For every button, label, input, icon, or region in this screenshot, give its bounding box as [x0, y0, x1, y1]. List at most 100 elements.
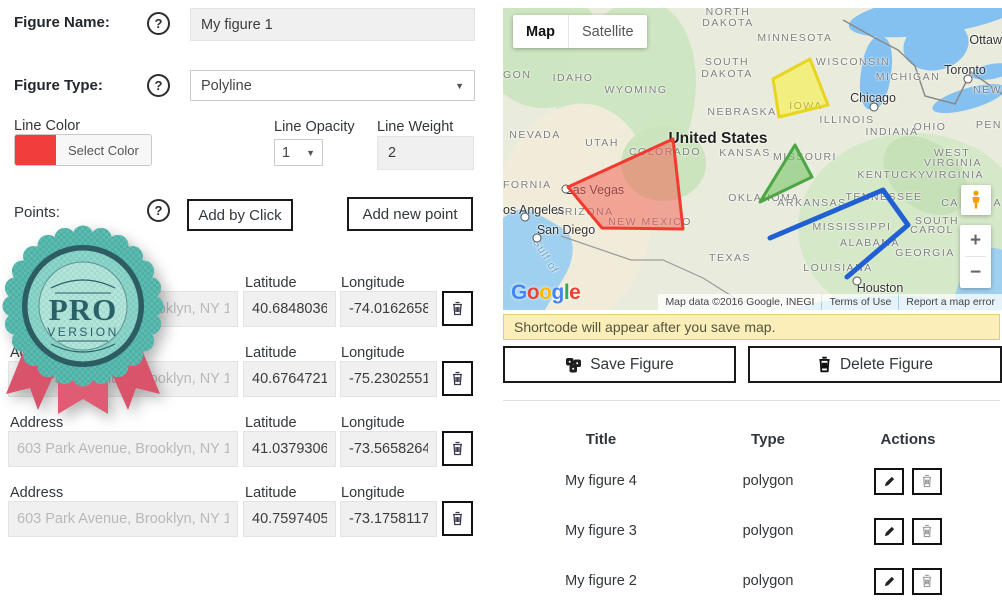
- figure-type-select[interactable]: Polyline ▼: [190, 70, 475, 101]
- trash-icon: [817, 356, 832, 373]
- google-logo[interactable]: Google: [511, 281, 580, 305]
- report-map-error-link[interactable]: Report a map error: [899, 294, 1002, 310]
- satellite-view-button[interactable]: Satellite: [568, 15, 647, 48]
- trash-icon: [921, 574, 933, 588]
- google-logo-letter: e: [569, 281, 580, 304]
- trash-icon: [921, 524, 933, 538]
- green-polygon[interactable]: [760, 145, 812, 202]
- help-icon[interactable]: ?: [147, 74, 170, 97]
- edit-figure-button[interactable]: [874, 468, 904, 495]
- longitude-input[interactable]: [340, 361, 437, 397]
- trash-icon: [451, 441, 464, 456]
- latitude-label: Latitude: [245, 415, 297, 431]
- address-input[interactable]: [8, 501, 238, 537]
- table-header-row: Title Type Actions: [503, 422, 979, 456]
- svg-text:PRO: PRO: [49, 292, 117, 327]
- type-column-header: Type: [699, 431, 837, 448]
- line-opacity-label: Line Opacity: [274, 119, 355, 135]
- save-figure-label: Save Figure: [590, 356, 674, 374]
- figure-name-input[interactable]: [190, 8, 475, 41]
- chevron-down-icon: ▼: [455, 81, 464, 91]
- table-row: My figure 3 polygon: [503, 506, 979, 556]
- save-figure-button[interactable]: Save Figure: [503, 346, 736, 383]
- divider: [503, 400, 1000, 401]
- latitude-label: Latitude: [245, 275, 297, 291]
- actions-column-header: Actions: [837, 431, 979, 448]
- figure-type-value: Polyline: [201, 78, 252, 94]
- longitude-label: Longitude: [341, 345, 405, 361]
- longitude-label: Longitude: [341, 485, 405, 501]
- delete-point-button[interactable]: [442, 291, 473, 326]
- add-by-click-button[interactable]: Add by Click: [187, 199, 293, 231]
- point-row: Address Latitude Longitude: [0, 485, 503, 555]
- pencil-icon: [883, 475, 896, 488]
- line-opacity-select[interactable]: 1 ▼: [274, 139, 323, 166]
- figure-name-label: Figure Name:: [14, 14, 110, 31]
- pencil-icon: [883, 525, 896, 538]
- pro-version-badge: PRO VERSION: [0, 218, 179, 418]
- color-picker-button[interactable]: Select Color: [14, 134, 152, 166]
- figure-type: polygon: [699, 473, 837, 489]
- zoom-in-button[interactable]: +: [960, 225, 991, 256]
- map-view-button[interactable]: Map: [513, 15, 568, 48]
- latitude-input[interactable]: [243, 501, 336, 537]
- yellow-polygon[interactable]: [773, 59, 828, 117]
- red-polygon[interactable]: [568, 139, 683, 229]
- latitude-input[interactable]: [243, 431, 336, 467]
- save-icon: [565, 357, 582, 373]
- select-color-label: Select Color: [56, 135, 151, 165]
- latitude-label: Latitude: [245, 485, 297, 501]
- map-attribution: Map data ©2016 Google, INEGI Terms of Us…: [657, 294, 1002, 310]
- delete-point-button[interactable]: [442, 361, 473, 396]
- delete-figure-row-button[interactable]: [912, 568, 942, 595]
- table-row: My figure 2 polygon: [503, 556, 979, 606]
- pegman-icon: [968, 190, 984, 210]
- address-input[interactable]: [8, 431, 238, 467]
- figure-editor-screen: Figure Name: ? Figure Type: ? Polyline ▼…: [0, 0, 1002, 606]
- longitude-input[interactable]: [340, 291, 437, 327]
- table-row: My figure 4 polygon: [503, 456, 979, 506]
- blue-polyline[interactable]: [770, 190, 908, 277]
- figure-title: My figure 3: [503, 523, 699, 539]
- figure-title: My figure 2: [503, 573, 699, 589]
- edit-figure-button[interactable]: [874, 518, 904, 545]
- figure-title: My figure 4: [503, 473, 699, 489]
- help-icon[interactable]: ?: [147, 12, 170, 35]
- zoom-out-button[interactable]: −: [960, 257, 991, 288]
- trash-icon: [451, 371, 464, 386]
- latitude-input[interactable]: [243, 361, 336, 397]
- edit-figure-button[interactable]: [874, 568, 904, 595]
- svg-text:VERSION: VERSION: [47, 325, 119, 339]
- delete-figure-row-button[interactable]: [912, 518, 942, 545]
- line-opacity-value: 1: [282, 145, 290, 161]
- latitude-label: Latitude: [245, 345, 297, 361]
- add-new-point-button[interactable]: Add new point: [347, 197, 473, 231]
- point-row: Address Latitude Longitude: [0, 415, 503, 485]
- delete-point-button[interactable]: [442, 501, 473, 536]
- delete-figure-row-button[interactable]: [912, 468, 942, 495]
- figure-shapes-layer: [503, 8, 1002, 310]
- trash-icon: [451, 301, 464, 316]
- google-logo-letter: g: [552, 281, 564, 304]
- figure-type: polygon: [699, 523, 837, 539]
- pegman-button[interactable]: [961, 185, 991, 215]
- figure-type: polygon: [699, 573, 837, 589]
- latitude-input[interactable]: [243, 291, 336, 327]
- terms-of-use-link[interactable]: Terms of Use: [822, 294, 898, 310]
- figures-table: Title Type Actions My figure 4 polygon M…: [503, 422, 979, 606]
- delete-point-button[interactable]: [442, 431, 473, 466]
- shortcode-notice: Shortcode will appear after you save map…: [503, 314, 1000, 340]
- chevron-down-icon: ▼: [306, 148, 315, 158]
- zoom-control: + −: [960, 225, 991, 288]
- longitude-input[interactable]: [340, 431, 437, 467]
- delete-figure-label: Delete Figure: [840, 356, 933, 374]
- longitude-label: Longitude: [341, 415, 405, 431]
- google-logo-letter: o: [539, 281, 551, 304]
- line-weight-input[interactable]: [377, 136, 474, 170]
- address-label: Address: [10, 485, 63, 501]
- color-swatch[interactable]: [15, 135, 56, 165]
- google-map[interactable]: MONTANANORTHDAKOTAMINNESOTASOUTHDAKOTAWI…: [503, 8, 1002, 310]
- right-column: MONTANANORTHDAKOTAMINNESOTASOUTHDAKOTAWI…: [503, 0, 1002, 606]
- delete-figure-button[interactable]: Delete Figure: [748, 346, 1002, 383]
- longitude-input[interactable]: [340, 501, 437, 537]
